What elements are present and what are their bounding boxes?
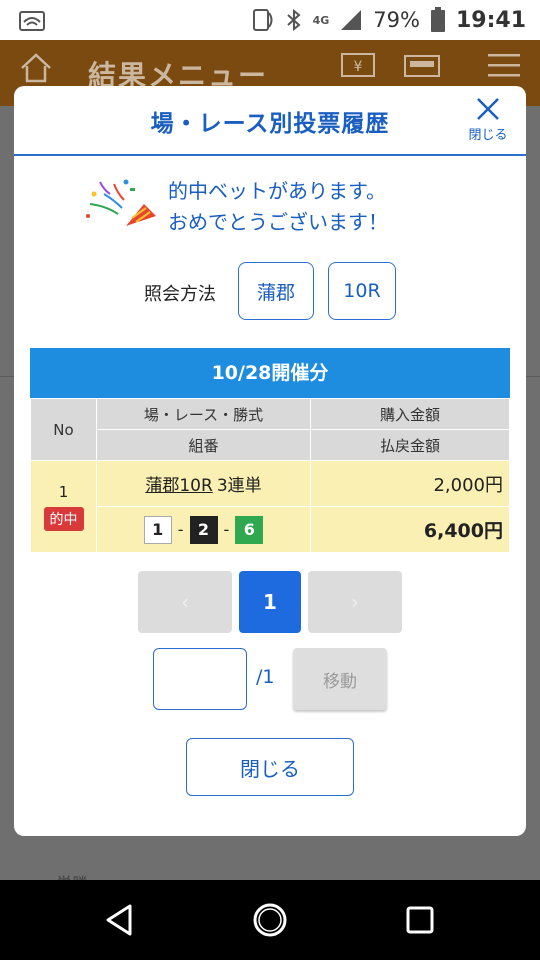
network-type: 4G (312, 13, 330, 27)
close-icon (477, 98, 499, 120)
row-race-cell: 蒲郡10R 3連単 (96, 460, 311, 507)
home-nav-icon[interactable] (250, 900, 290, 940)
pagination: ‹ 1 › (14, 571, 526, 633)
page-button-current[interactable]: 1 (239, 571, 301, 633)
boat-2-box: 2 (189, 515, 218, 544)
modal-header: 場・レース別投票履歴 閉じる (14, 86, 526, 156)
close-button[interactable]: 閉じる (186, 738, 354, 796)
move-button[interactable]: 移動 (293, 648, 387, 710)
recents-icon[interactable] (400, 900, 440, 940)
svg-text:¥: ¥ (354, 59, 363, 75)
race-link[interactable]: 蒲郡10R (145, 476, 212, 496)
system-nav-bar (0, 880, 540, 960)
page-jump-row: /1 移動 (14, 648, 526, 710)
table-row: 1 的中 蒲郡10R 3連単 2,000円 (30, 460, 510, 553)
vote-history-modal: 場・レース別投票履歴 閉じる 的中ベットがあります。 おめでとうございます！ 照… (14, 86, 526, 836)
next-page-button[interactable]: › (308, 571, 402, 633)
bluetooth-icon (286, 8, 301, 32)
congrats-line1: 的中ベットがあります。 (168, 179, 386, 203)
results-table: No 場・レース・勝式 購入金額 組番 払戻金額 1 的中 蒲郡10R 3連単 2… (30, 398, 510, 553)
col-venue-race-type-header: 場・レース・勝式 (96, 398, 311, 430)
close-icon-label: 閉じる (468, 128, 508, 143)
purchase-amount: 2,000円 (310, 460, 510, 507)
clock: 19:41 (455, 7, 526, 33)
battery-percent: 79% (373, 8, 420, 32)
page-number-input[interactable] (153, 648, 247, 710)
results-date-header: 10/28開催分 (30, 348, 510, 398)
bet-type: 3連単 (216, 476, 262, 496)
col-no-header: No (30, 398, 97, 461)
nfc-icon (252, 9, 273, 31)
home-icon[interactable] (18, 50, 54, 86)
row-no-cell: 1 的中 (30, 460, 97, 553)
total-pages: /1 (256, 666, 275, 688)
query-race-button[interactable]: 10R (328, 262, 396, 320)
payout-amount: 6,400円 (310, 506, 510, 553)
col-combination-header: 組番 (96, 429, 311, 461)
battery-icon (430, 7, 445, 32)
status-bar: 4G 79% 19:41 (0, 0, 540, 40)
col-payout-header: 払戻金額 (310, 429, 510, 461)
table-row: 1 - 2 - 6 6,400円 (31, 506, 510, 553)
query-method-label: 照会方法 (144, 284, 216, 305)
back-icon[interactable] (100, 900, 140, 940)
query-method-row: 照会方法 蒲郡 10R (14, 262, 526, 320)
col-purchase-header: 購入金額 (310, 398, 510, 430)
cast-notification-icon (19, 11, 45, 31)
row-combo-cell: 1 - 2 - 6 (96, 506, 311, 553)
signal-icon (341, 10, 362, 30)
machine-icon[interactable] (402, 50, 442, 82)
row-number: 1 (58, 482, 69, 501)
prev-page-button[interactable]: ‹ (138, 571, 232, 633)
query-venue-button[interactable]: 蒲郡 (238, 262, 314, 320)
congrats-message: 的中ベットがあります。 おめでとうございます！ (84, 172, 464, 242)
modal-close-icon-button[interactable]: 閉じる (464, 94, 512, 150)
hit-badge: 的中 (43, 506, 84, 531)
congrats-line2: おめでとうございます！ (168, 210, 388, 234)
combo-separator: - (223, 520, 230, 539)
congrats-text: 的中ベットがあります。 おめでとうございます！ (168, 176, 388, 238)
yen-ticket-icon[interactable]: ¥ (338, 50, 378, 82)
boat-1-box: 1 (143, 515, 172, 544)
modal-title: 場・レース別投票履歴 (150, 111, 390, 137)
menu-icon[interactable] (484, 50, 524, 82)
boat-6-box: 6 (235, 515, 264, 544)
combo-separator: - (177, 520, 184, 539)
party-popper-icon (86, 179, 156, 226)
combination: 1 - 2 - 6 (97, 515, 310, 544)
